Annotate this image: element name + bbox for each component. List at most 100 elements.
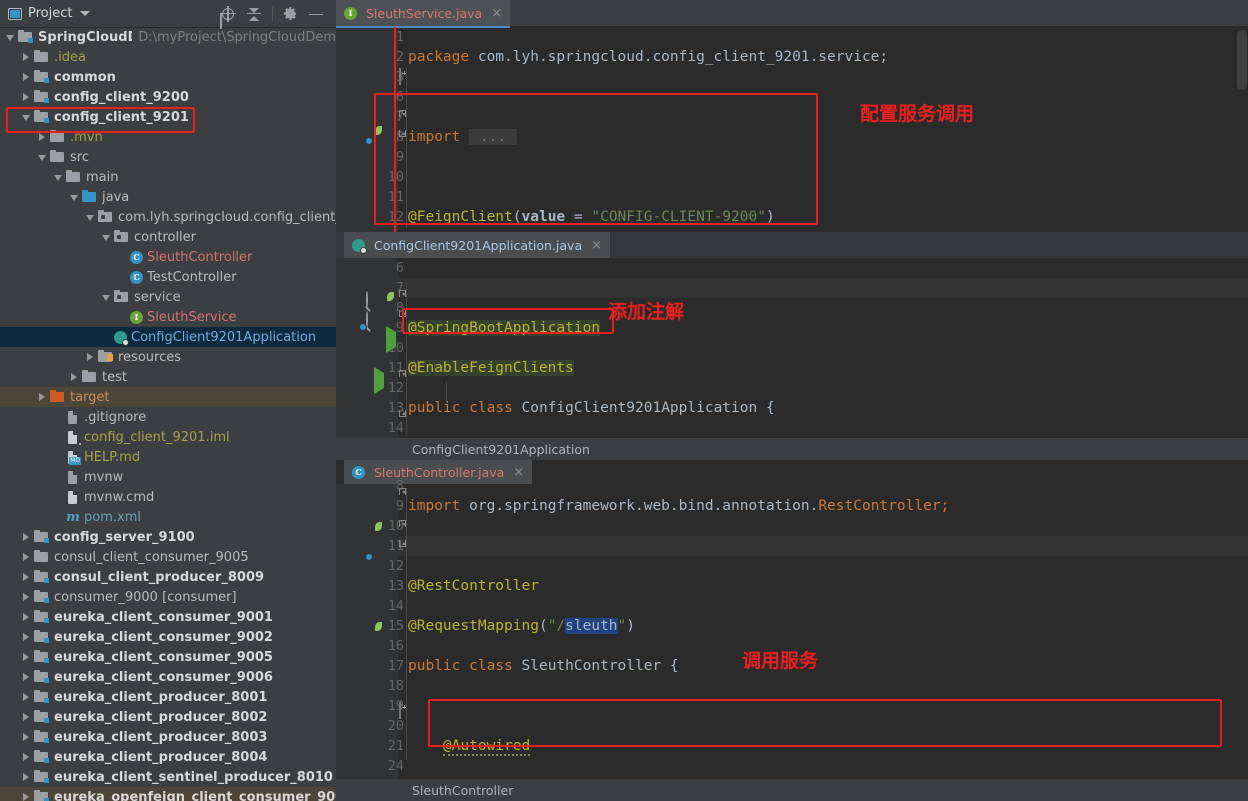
expand-arrow-closed-icon[interactable] [22,72,31,82]
tree-item-service[interactable]: service [0,287,336,307]
tree-item-eureka-openfeign-client-consumer-9007[interactable]: eureka_openfeign_client_consumer_9007 [0,787,336,801]
tree-item-test[interactable]: test [0,367,336,387]
tab-config-client-9201-application-java[interactable]: ConfigClient9201Application.java × [344,232,611,258]
expand-arrow-closed-icon[interactable] [22,552,31,562]
tree-item-springclouddemo[interactable]: SpringCloudDemo D:\myProject\SpringCloudD… [0,27,336,47]
tree-item-eureka-client-consumer-9001[interactable]: eureka_client_consumer_9001 [0,607,336,627]
expand-arrow-open-icon[interactable] [102,293,111,302]
spring-bean-gutter-icon[interactable] [372,124,386,138]
expand-arrow-closed-icon[interactable] [22,732,31,742]
autowired-dependency-gutter-icon[interactable] [372,620,386,634]
tree-item-sleuthservice[interactable]: I SleuthService [0,307,336,327]
plain-folder [50,150,66,164]
tree-item-src[interactable]: src [0,147,336,167]
tree-item-consumer-9000-consumer-[interactable]: consumer_9000 [consumer] [0,587,336,607]
editor-vertical-scrollbar[interactable] [1237,30,1247,90]
expand-arrow-closed-icon[interactable] [22,652,31,662]
expand-arrow-closed-icon[interactable] [38,132,47,142]
project-panel-title-group[interactable]: Project [4,6,91,21]
hide-panel-icon[interactable] [308,6,324,22]
tree-item--idea[interactable]: .idea [0,47,336,67]
tree-item-pom-xml[interactable]: m pom.xml [0,507,336,527]
expand-arrow-open-icon[interactable] [70,193,79,202]
expand-arrow-closed-icon[interactable] [22,772,31,782]
spring-class-gutter-icon[interactable] [366,330,380,344]
pane2-code[interactable]: @SpringBootApplication @EnableFeignClien… [408,258,1028,460]
spring-config-gutter-icon[interactable] [366,291,380,308]
tree-item-eureka-client-producer-8004[interactable]: eureka_client_producer_8004 [0,747,336,767]
tree-item-consul-client-consumer-9005[interactable]: consul_client_consumer_9005 [0,547,336,567]
pane3-code[interactable]: import org.springframework.web.bind.anno… [408,476,1202,801]
tree-item-testcontroller[interactable]: C TestController [0,267,336,287]
expand-arrow-closed-icon[interactable] [22,712,31,722]
expand-arrow-closed-icon[interactable] [38,392,47,402]
tree-item-controller[interactable]: controller [0,227,336,247]
expand-arrow-open-icon[interactable] [38,153,47,162]
tree-item-config-client-9200[interactable]: config_client_9200 [0,87,336,107]
spring-bean-gutter-icon[interactable] [384,290,398,304]
md-file: MD [66,450,81,465]
tree-item-help-md[interactable]: MD HELP.md [0,447,336,467]
tree-item-resources[interactable]: resources [0,347,336,367]
module-folder [34,710,50,724]
settings-gear-icon[interactable] [283,6,298,21]
expand-arrow-open-icon[interactable] [6,33,15,42]
tree-item-consul-client-producer-8009[interactable]: consul_client_producer_8009 [0,567,336,587]
pane1-code[interactable]: package com.lyh.springcloud.config_clien… [408,27,888,232]
tree-item--mvn[interactable]: .mvn [0,127,336,147]
expand-arrow-closed-icon[interactable] [22,672,31,682]
expand-arrow-closed-icon[interactable] [70,372,79,382]
tree-item-eureka-client-consumer-9006[interactable]: eureka_client_consumer_9006 [0,667,336,687]
expand-arrow-closed-icon[interactable] [22,612,31,622]
expand-arrow-open-icon[interactable] [102,233,111,242]
tree-item-com-lyh-springcloud-config-client-92[interactable]: com.lyh.springcloud.config_client_92 [0,207,336,227]
spring-bean-navigate-gutter-icon[interactable] [366,310,380,324]
tree-item-config-client-9201-iml[interactable]: config_client_9201.iml [0,427,336,447]
tree-item-main[interactable]: main [0,167,336,187]
expand-arrow-closed-icon[interactable] [22,632,31,642]
expand-arrow-closed-icon[interactable] [22,592,31,602]
tree-item-target[interactable]: target [0,387,336,407]
tree-item-eureka-client-consumer-9002[interactable]: eureka_client_consumer_9002 [0,627,336,647]
tree-item-config-client-9201[interactable]: config_client_9201 [0,107,336,127]
tree-item--gitignore[interactable]: .gitignore [0,407,336,427]
tab-sleuth-service-java[interactable]: I SleuthService.java × [336,0,511,28]
tree-item-eureka-client-producer-8001[interactable]: eureka_client_producer_8001 [0,687,336,707]
tree-item-config-server-9100[interactable]: config_server_9100 [0,527,336,547]
chevron-down-icon[interactable] [80,11,91,16]
run-method-gutter-icon[interactable] [374,367,388,394]
expand-arrow-closed-icon[interactable] [22,692,31,702]
fold-expand-method-icon[interactable] [399,702,401,719]
tree-item-eureka-client-consumer-9005[interactable]: eureka_client_consumer_9005 [0,647,336,667]
tree-item-common[interactable]: common [0,67,336,87]
spring-bean-gutter-icon[interactable] [372,520,386,534]
expand-arrow-open-icon[interactable] [22,113,31,122]
expand-arrow-open-icon[interactable] [86,213,95,222]
close-icon[interactable]: × [491,6,502,21]
expand-arrow-closed-icon[interactable] [22,792,31,801]
tree-item-eureka-client-producer-8003[interactable]: eureka_client_producer_8003 [0,727,336,747]
expand-arrow-closed-icon[interactable] [22,752,31,762]
close-icon[interactable]: × [591,238,602,253]
collapse-all-icon[interactable] [246,6,262,22]
tree-item-java[interactable]: java [0,187,336,207]
tree-item-eureka-client-producer-8002[interactable]: eureka_client_producer_8002 [0,707,336,727]
expand-arrow-closed-icon[interactable] [22,52,31,62]
tree-item-sleuthcontroller[interactable]: C SleuthController [0,247,336,267]
expand-arrow-closed-icon[interactable] [22,532,31,542]
tree-item-mvnw[interactable]: mvnw [0,467,336,487]
expand-arrow-closed-icon[interactable] [22,572,31,582]
fold-expand-import-icon[interactable] [399,68,401,85]
project-tree[interactable]: SpringCloudDemo D:\myProject\SpringCloudD… [0,27,336,801]
expand-arrow-open-icon[interactable] [54,173,63,182]
tree-item-configclient9201application[interactable]: ConfigClient9201Application [0,327,336,347]
expand-arrow-closed-icon[interactable] [86,352,95,362]
run-application-gutter-icon[interactable] [386,326,400,353]
spring-bean-navigate-gutter-icon[interactable] [372,144,386,158]
locate-target-icon[interactable] [220,5,236,22]
spring-class-gutter-icon[interactable] [372,560,386,574]
tree-item-eureka-client-sentinel-producer-8010[interactable]: eureka_client_sentinel_producer_8010 [0,767,336,787]
expand-arrow-closed-icon[interactable] [22,92,31,102]
tree-item-mvnw-cmd[interactable]: mvnw.cmd [0,487,336,507]
